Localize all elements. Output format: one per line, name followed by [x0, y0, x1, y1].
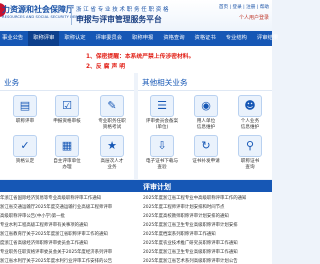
department-title: 力资源和社会保障厅: [2, 5, 74, 14]
nav-item-certificate[interactable]: 资格证书: [190, 31, 221, 46]
service-item[interactable]: ☰ 评审委员会备案 (单位): [140, 95, 184, 130]
panel-divider: [138, 90, 272, 91]
nav-item-recognition[interactable]: 职称认定: [59, 31, 90, 46]
talent-icon: ★: [100, 135, 124, 157]
platform-title: 申报与评审管理服务平台: [76, 15, 162, 24]
exam-icon: ✎: [100, 95, 124, 117]
service-label: 证书补发申请: [192, 159, 220, 164]
service-label: 个人业务 信息维护: [240, 119, 260, 130]
user-login-link[interactable]: 个人用户登录: [239, 14, 269, 21]
plan-title: 评审计划: [143, 183, 171, 191]
service-label: 高层次人才 业务: [100, 159, 124, 170]
services-panel: 业务 ▤ 职称评审 ☑ 申报资格审核 ✎ 专业职务任职 资格考试 ✓ 资格认定 …: [0, 73, 134, 179]
service-item[interactable]: ☑ 申报资格审核: [45, 95, 89, 125]
checklist-icon: ☑: [55, 95, 79, 117]
nav-item-structure[interactable]: 专业结构: [221, 31, 252, 46]
reissue-icon: ↻: [194, 135, 218, 157]
plan-list-item[interactable]: 专业水利工程高级工程师评审有关事项的通知: [0, 222, 88, 228]
user-icon: ☻: [238, 95, 262, 117]
nav-item-announcement[interactable]: 事业公告: [0, 31, 28, 46]
review-plan-section: 评审计划 年浙江省国际经济贸易等专业高级职称评审工作通知 浙江省交通运输厅202…: [0, 180, 272, 264]
service-item[interactable]: ↻ 证书补发申请: [184, 135, 228, 165]
service-item[interactable]: ☻ 个人业务 信息维护: [228, 95, 272, 130]
service-label: 申报资格审核: [53, 119, 81, 124]
plan-list-item[interactable]: 浙江省交通运输厅2025年度交通运输行业高级工程师评审: [0, 204, 112, 210]
plan-list-item[interactable]: 2025年度档案系列职称评审工作通知: [143, 231, 216, 237]
plan-list-item[interactable]: 2025年度浙江省卫生专业高级职称评审工作通知: [143, 249, 238, 255]
notice-banner: 1、保密提醒：本系统严禁上传涉密材料。 2、反 腐 声 明: [0, 46, 272, 73]
nav-item-query[interactable]: 资格查询: [158, 31, 189, 46]
service-label: 资格认定: [15, 159, 35, 164]
plan-list-item[interactable]: 2025年度工程师评审计划安排和时间节点: [143, 204, 224, 210]
service-item[interactable]: ★ 高层次人才 业务: [90, 135, 134, 170]
plan-list-item[interactable]: 2025年度浙江省工程专业中高级职称评审工作的通知: [143, 195, 246, 201]
service-item[interactable]: ⚲ 职称证书 查询: [228, 135, 272, 170]
service-label: 职称评审: [15, 119, 35, 124]
plan-list-item[interactable]: 2025年度农业技术推广研究员职称评审工作通知: [143, 240, 238, 246]
plan-list-item[interactable]: 年浙江省国际经济贸易等专业高级职称评审工作通知: [0, 195, 101, 201]
service-item[interactable]: ▦ 自主评审单位 办理: [45, 135, 89, 170]
service-label: 职称证书 查询: [240, 159, 260, 170]
search-icon: ⚲: [238, 135, 262, 157]
badge-icon: ✓: [13, 135, 37, 157]
service-item[interactable]: ⇩ 电子证书下载与 查验: [140, 135, 184, 170]
other-services-title: 其他相关业务: [142, 78, 188, 87]
service-label: 用人单位 信息维护: [196, 119, 216, 130]
plan-list-item[interactable]: 度浙江省高级经济师职称评审委员会工作通知: [0, 240, 88, 246]
panel-divider: [0, 90, 134, 91]
org-title: 浙 江 省 专 业 技 术 职 务 任 职 资 格: [76, 7, 169, 13]
nav-item-review[interactable]: 职称评审: [28, 31, 60, 46]
building-icon: ▦: [55, 135, 79, 157]
plan-list-item[interactable]: 高级职称评审公告(中小学)第一批: [0, 213, 65, 219]
service-label: 评审委员会备案 (单位): [145, 119, 179, 130]
plan-header-bar: [0, 180, 272, 192]
plan-list-item[interactable]: 专业职务任职资格评审委员会关于2025年度经济系列评审: [0, 249, 112, 255]
site-header: 力资源和社会保障厅 RESOURCES AND SOCIAL SECURITY …: [0, 0, 272, 31]
service-label: 自主评审单位 办理: [53, 159, 81, 170]
nav-item-results[interactable]: 评审结果: [252, 31, 283, 46]
notice-line-1: 1、保密提醒：本系统严禁上传涉密材料。: [86, 54, 195, 60]
nav-item-committee[interactable]: 评审委员会: [91, 31, 128, 46]
service-label: 专业职务任职 资格考试: [98, 119, 126, 130]
top-links[interactable]: 首页 | 登录 | 注册 | 帮助: [219, 4, 269, 10]
download-icon: ⇩: [150, 135, 174, 157]
plan-list-item[interactable]: 浙江省水利厅关于2025年度水利行业评审工作安排的公告: [0, 258, 112, 264]
plan-list-item[interactable]: 2025年度浙江省艺术系列高级职称评审计划公告: [143, 258, 238, 264]
service-item[interactable]: ✓ 资格认定: [3, 135, 47, 165]
header-divider: [71, 6, 72, 25]
committee-icon: ☰: [150, 95, 174, 117]
service-item[interactable]: ✎ 专业职务任职 资格考试: [90, 95, 134, 130]
service-item[interactable]: ▤ 职称评审: [3, 95, 47, 125]
plan-list-item[interactable]: 2025年度浙江省卫生专业高级职称评审计划安排: [143, 222, 238, 228]
nav-item-apply[interactable]: 职称申报: [127, 31, 158, 46]
plan-list-item[interactable]: 2025年度高校教师职称评审计划安排的通知: [143, 213, 229, 219]
employer-icon: ◉: [194, 95, 218, 117]
service-item[interactable]: ◉ 用人单位 信息维护: [184, 95, 228, 130]
service-label: 电子证书下载与 查验: [145, 159, 179, 170]
main-nav: 事业公告 职称评审 职称认定 评审委员会 职称申报 资格查询 资格证书 专业结构…: [0, 31, 278, 46]
services-title: 业务: [4, 78, 20, 87]
notice-line-2[interactable]: 2、反 腐 声 明: [86, 61, 125, 70]
other-services-panel: 其他相关业务 ☰ 评审委员会备案 (单位) ◉ 用人单位 信息维护 ☻ 个人业务…: [138, 73, 272, 179]
plan-list-item[interactable]: 浙江省教育厅关于2025年度浙江省职称评审工作的通知: [0, 231, 108, 237]
document-icon: ▤: [13, 95, 37, 117]
